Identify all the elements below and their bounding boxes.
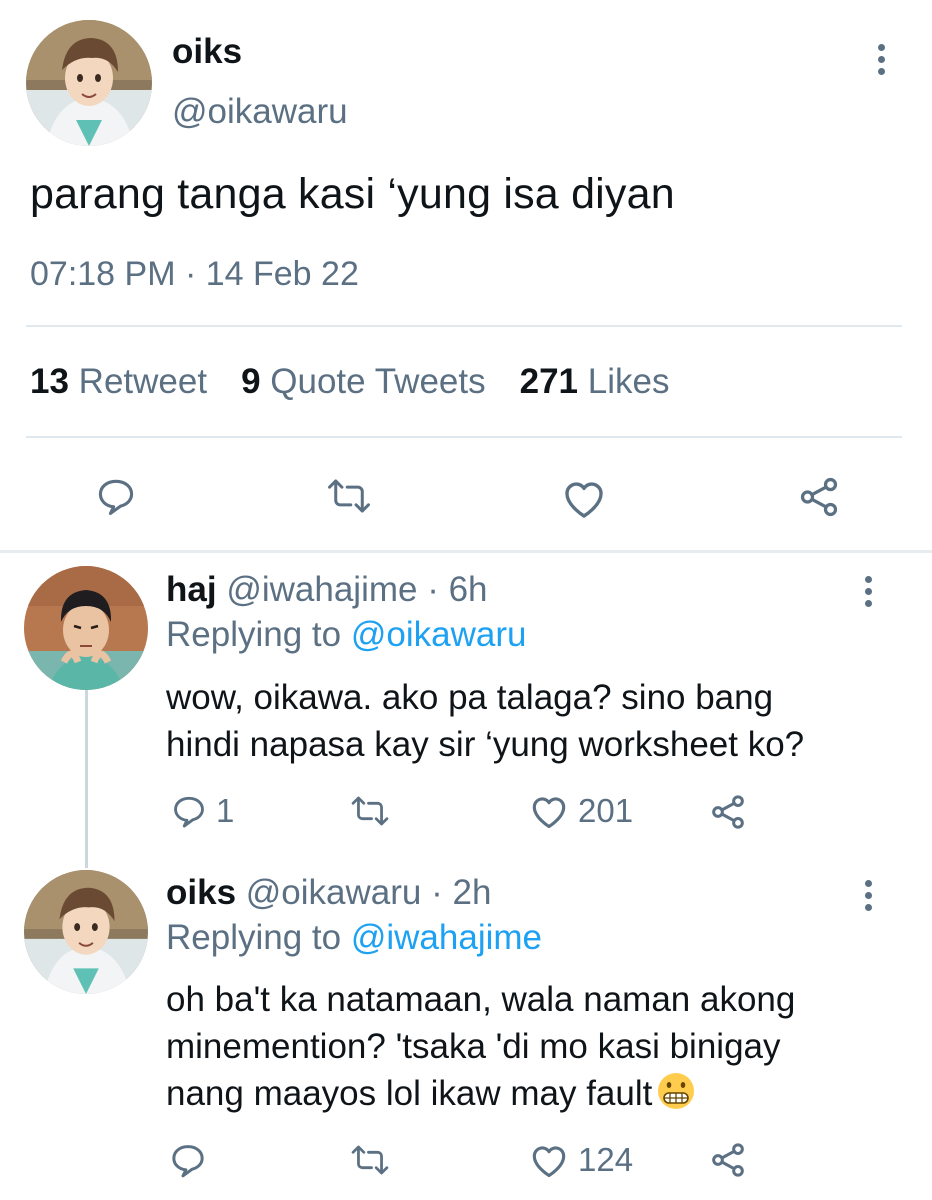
- reply-text-line: nang maayos lol ikaw may fault: [166, 1074, 653, 1113]
- reply-header: haj @iwahajime · 6h: [166, 570, 488, 610]
- likes-count: 271: [519, 362, 579, 401]
- replying-label: Replying to: [166, 615, 342, 654]
- divider: [26, 325, 902, 327]
- like-icon[interactable]: [560, 476, 608, 520]
- share-icon[interactable]: [708, 792, 748, 832]
- replying-to: Replying to @oikawaru: [166, 615, 526, 655]
- share-icon[interactable]: [796, 474, 842, 520]
- like-count: 201: [578, 792, 634, 829]
- likes-stat[interactable]: 271 Likes: [520, 362, 670, 401]
- reply-icon[interactable]: [168, 1140, 208, 1180]
- reply-icon[interactable]: [94, 474, 138, 518]
- like-icon[interactable]: [528, 1141, 570, 1179]
- reply-count: 1: [216, 792, 235, 829]
- tweet-timestamp[interactable]: 07:18 PM · 14 Feb 22: [30, 255, 359, 294]
- avatar-haj[interactable]: [24, 566, 148, 690]
- like-icon[interactable]: [528, 792, 570, 830]
- reply-author-name[interactable]: oiks: [166, 873, 236, 912]
- more-icon[interactable]: [862, 880, 874, 911]
- reply-text-line: minemention? 'tsaka 'di mo kasi binigay: [166, 1027, 781, 1066]
- replying-label: Replying to: [166, 918, 342, 957]
- reply-text-line: wow, oikawa. ako pa talaga? sino bang: [166, 678, 774, 717]
- avatar-oiks-reply[interactable]: [24, 870, 148, 994]
- reply-time[interactable]: · 2h: [431, 873, 491, 912]
- reply-text-line: hindi napasa kay sir ‘yung worksheet ko?: [166, 725, 805, 764]
- reply-time[interactable]: · 6h: [427, 570, 487, 609]
- reply-text: wow, oikawa. ako pa talaga? sino bang hi…: [166, 674, 804, 768]
- retweet-label: Retweet: [78, 362, 208, 401]
- thread-connector-line: [85, 690, 88, 868]
- more-icon[interactable]: [862, 576, 874, 607]
- replying-to: Replying to @iwahajime: [166, 918, 542, 958]
- like-count: 124: [578, 1141, 634, 1178]
- reply-text-line: oh ba't ka natamaan, wala naman akong: [166, 980, 796, 1019]
- quote-label: Quote Tweets: [270, 362, 486, 401]
- tweet-stats: 13 Retweet 9 Quote Tweets 271 Likes: [30, 362, 669, 402]
- quote-count: 9: [241, 362, 261, 401]
- retweet-stat[interactable]: 13 Retweet: [30, 362, 207, 401]
- avatar-oiks-main[interactable]: [26, 20, 152, 146]
- reply-text: oh ba't ka natamaan, wala naman akong mi…: [166, 976, 795, 1117]
- likes-label: Likes: [587, 362, 670, 401]
- quote-stat[interactable]: 9 Quote Tweets: [241, 362, 486, 401]
- section-separator: [0, 550, 932, 553]
- reply-author-name[interactable]: haj: [166, 570, 217, 609]
- reply-icon[interactable]: [170, 792, 208, 830]
- author-name[interactable]: oiks: [172, 32, 242, 72]
- grimacing-face-emoji: [656, 1071, 696, 1111]
- reply-author-handle[interactable]: @iwahajime: [226, 570, 417, 609]
- mention-link[interactable]: @iwahajime: [351, 918, 542, 957]
- retweet-icon[interactable]: [350, 1143, 390, 1177]
- retweet-count: 13: [30, 362, 69, 401]
- tweet-text: parang tanga kasi ‘yung isa diyan: [30, 170, 675, 218]
- author-handle[interactable]: @oikawaru: [172, 92, 348, 132]
- divider: [26, 436, 902, 438]
- retweet-icon[interactable]: [350, 794, 390, 828]
- retweet-icon[interactable]: [326, 476, 372, 516]
- share-icon[interactable]: [708, 1140, 748, 1180]
- reply-author-handle[interactable]: @oikawaru: [246, 873, 422, 912]
- reply-header: oiks @oikawaru · 2h: [166, 873, 491, 913]
- more-icon[interactable]: [875, 44, 887, 75]
- mention-link[interactable]: @oikawaru: [351, 615, 527, 654]
